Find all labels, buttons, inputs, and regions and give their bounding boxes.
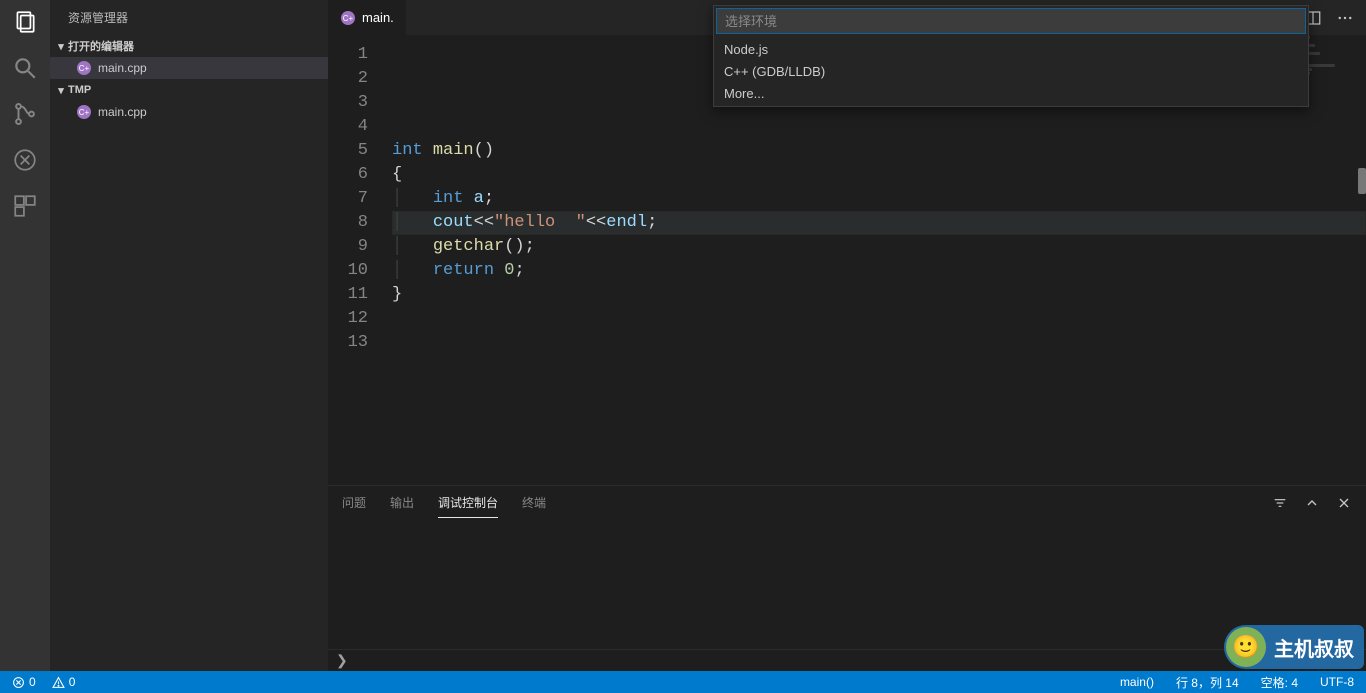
search-icon[interactable]: [11, 54, 39, 82]
editor-area: C+ main. 12345678910111213 int main(){│ …: [328, 0, 1366, 671]
chevron-up-icon[interactable]: [1304, 495, 1320, 511]
chevron-down-icon: ▾: [54, 84, 68, 97]
cpp-file-icon: C+: [76, 104, 92, 120]
chevron-down-icon: ▾: [54, 40, 68, 53]
status-bar: 0 0 main() 行 8，列 14 空格: 4 UTF-8: [0, 671, 1366, 693]
panel-tab-debug-console[interactable]: 调试控制台: [438, 488, 498, 518]
panel-tab-terminal[interactable]: 终端: [522, 488, 546, 517]
open-editors-header[interactable]: ▾ 打开的编辑器: [50, 35, 328, 57]
panel-tab-output[interactable]: 输出: [390, 488, 414, 517]
watermark-logo: 🙂 主机叔叔: [1224, 625, 1364, 669]
explorer-icon[interactable]: [11, 8, 39, 36]
environment-input[interactable]: [716, 8, 1306, 34]
status-spaces[interactable]: 空格: 4: [1257, 674, 1302, 691]
activity-bar: [0, 0, 50, 671]
panel-tab-problems[interactable]: 问题: [342, 488, 366, 517]
status-line-col[interactable]: 行 8，列 14: [1172, 674, 1243, 691]
cpp-file-icon: C+: [340, 10, 356, 26]
close-icon[interactable]: [1336, 495, 1352, 511]
environment-option[interactable]: More...: [714, 82, 1308, 104]
extensions-icon[interactable]: [11, 192, 39, 220]
folder-header[interactable]: ▾ TMP: [50, 79, 328, 101]
scroll-indicator[interactable]: [1358, 168, 1366, 194]
status-errors[interactable]: 0: [8, 671, 40, 693]
svg-text:C+: C+: [343, 14, 354, 23]
svg-text:C+: C+: [79, 108, 90, 117]
environment-option[interactable]: C++ (GDB/LLDB): [714, 60, 1308, 82]
scm-icon[interactable]: [11, 100, 39, 128]
sidebar: 资源管理器 ▾ 打开的编辑器 C+ main.cpp ▾ TMP C+ main…: [50, 0, 328, 671]
status-scope[interactable]: main(): [1116, 675, 1158, 689]
bottom-panel: 问题 输出 调试控制台 终端 ❯: [328, 485, 1366, 671]
debug-icon[interactable]: [11, 146, 39, 174]
breadcrumb[interactable]: ❯: [328, 649, 1366, 671]
status-encoding[interactable]: UTF-8: [1316, 675, 1358, 689]
editor-tab[interactable]: C+ main.: [328, 0, 407, 35]
svg-text:C+: C+: [79, 64, 90, 73]
debug-console-body[interactable]: [328, 519, 1366, 649]
more-icon[interactable]: [1336, 9, 1354, 27]
sidebar-title: 资源管理器: [50, 0, 328, 35]
open-editor-item[interactable]: C+ main.cpp: [50, 57, 328, 79]
environment-option[interactable]: Node.js: [714, 38, 1308, 60]
quick-input-widget: Node.jsC++ (GDB/LLDB)More...: [713, 5, 1309, 107]
filter-icon[interactable]: [1272, 495, 1288, 511]
cpp-file-icon: C+: [76, 60, 92, 76]
file-tree-item[interactable]: C+ main.cpp: [50, 101, 328, 123]
status-warnings[interactable]: 0: [48, 671, 80, 693]
environment-input-field[interactable]: [717, 9, 1305, 33]
